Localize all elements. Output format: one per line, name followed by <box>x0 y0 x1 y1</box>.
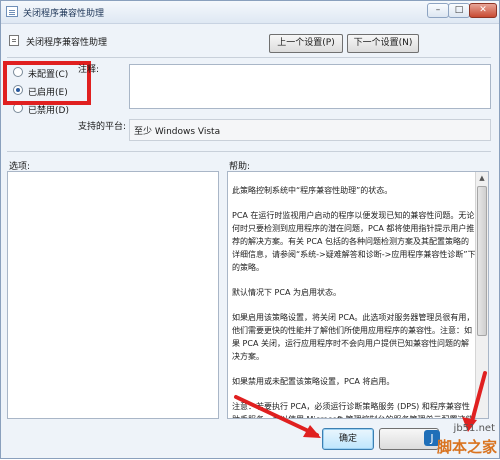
ok-button[interactable]: 确定 <box>322 428 374 450</box>
help-paragraph: 此策略控制系统中“程序兼容性助理”的状态。 <box>232 186 393 195</box>
policy-dialog-window: 关闭程序兼容性助理 – □ ✕ 关闭程序兼容性助理 上一个设置(P) 下一个设置… <box>0 0 500 459</box>
arrow-to-ok-head <box>303 425 321 438</box>
scrollbar-thumb[interactable] <box>477 186 487 336</box>
help-paragraph: PCA 在运行时监视用户启动的程序以便发现已知的兼容性问题。无论何时只要检测到应… <box>232 211 476 272</box>
help-paragraph: 如果禁用或未配置该策略设置，PCA 将启用。 <box>232 377 395 386</box>
section-divider <box>7 151 491 152</box>
watermark-text: 脚本之家 <box>436 438 497 456</box>
supported-platform-field: 至少 Windows Vista <box>129 119 491 141</box>
help-panel[interactable]: 此策略控制系统中“程序兼容性助理”的状态。 PCA 在运行时监视用户启动的程序以… <box>227 171 489 419</box>
policy-setting-icon <box>9 35 19 46</box>
supported-platform-label: 支持的平台: <box>78 122 127 132</box>
help-scrollbar[interactable]: ▲ <box>475 172 488 418</box>
svg-text:J: J <box>429 432 433 445</box>
minimize-button[interactable]: – <box>427 3 449 18</box>
maximize-button[interactable]: □ <box>448 3 470 18</box>
policy-title: 关闭程序兼容性助理 <box>26 38 108 48</box>
window-title: 关闭程序兼容性助理 <box>23 9 105 19</box>
comment-label: 注释: <box>78 65 100 75</box>
previous-setting-button[interactable]: 上一个设置(P) <box>269 34 343 53</box>
header-divider <box>7 57 491 58</box>
close-button[interactable]: ✕ <box>469 3 497 18</box>
watermark-url: jb51.net <box>453 423 495 434</box>
help-paragraph: 默认情况下 PCA 为启用状态。 <box>232 288 341 297</box>
site-watermark: J jb51.net 脚本之家 <box>419 415 500 460</box>
title-bar[interactable]: 关闭程序兼容性助理 – □ ✕ <box>1 1 499 24</box>
options-panel <box>7 171 219 419</box>
help-text: 此策略控制系统中“程序兼容性助理”的状态。 PCA 在运行时监视用户启动的程序以… <box>232 184 476 418</box>
help-paragraph: 如果启用该策略设置，将关闭 PCA。此选项对服务器管理员很有用，他们需要更快的性… <box>232 313 475 361</box>
policy-app-icon <box>6 6 18 17</box>
scroll-up-arrow-icon[interactable]: ▲ <box>476 172 488 185</box>
next-setting-button[interactable]: 下一个设置(N) <box>347 34 419 53</box>
comment-textarea[interactable] <box>129 64 491 109</box>
